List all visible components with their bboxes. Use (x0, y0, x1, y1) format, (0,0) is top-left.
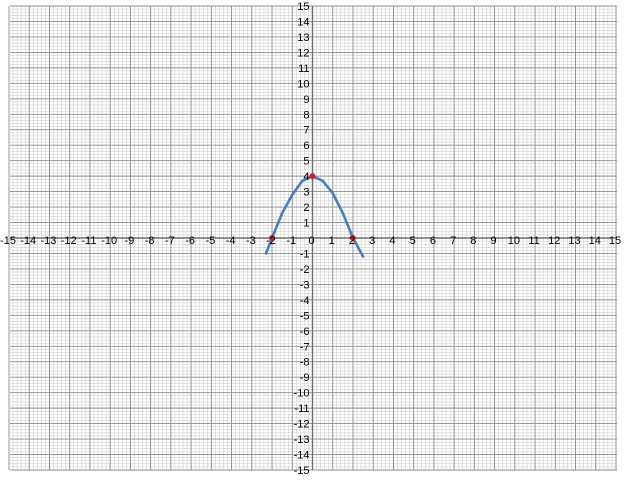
x-tick-label: -15 (0, 235, 16, 247)
y-tick-label: 8 (303, 109, 309, 121)
y-tick-label: -7 (300, 341, 310, 353)
x-tick-label: -12 (61, 235, 77, 247)
y-tick-label: 14 (297, 16, 309, 28)
y-tick-label: -12 (294, 419, 310, 431)
x-tick-label: -8 (145, 235, 155, 247)
x-tick-label: -10 (101, 235, 117, 247)
y-tick-label: -11 (294, 403, 309, 415)
x-tick-label: 8 (470, 235, 476, 247)
x-tick-label: -13 (41, 235, 57, 247)
y-tick-label: -9 (300, 372, 310, 384)
x-tick-label: -6 (185, 235, 195, 247)
y-tick-label: 13 (297, 32, 309, 44)
x-tick-label: -11 (81, 235, 96, 247)
y-tick-label: 6 (303, 140, 309, 152)
x-tick-label: 9 (491, 235, 497, 247)
x-tick-label: -1 (286, 235, 296, 247)
x-tick-label: 13 (568, 235, 580, 247)
y-tick-label: 11 (298, 63, 309, 75)
x-tick-label: 1 (329, 235, 335, 247)
x-tick-label: 4 (389, 235, 395, 247)
x-tick-label: 11 (528, 235, 539, 247)
x-tick-label: 14 (589, 235, 601, 247)
y-tick-label: 3 (303, 187, 309, 199)
y-tick-label: 5 (303, 156, 309, 168)
y-tick-label: -8 (300, 357, 310, 369)
y-tick-label: 9 (303, 94, 309, 106)
x-tick-label: -2 (266, 235, 276, 247)
x-tick-label: -5 (205, 235, 215, 247)
x-tick-labels: -15 -14 -13 -12 -11 -10 -9 -8 -7 -6 -5 -4 -3 -2 -1 0 1 2 3… (0, 235, 621, 247)
y-tick-label: -3 (300, 279, 310, 291)
x-tick-label: 12 (548, 235, 560, 247)
x-tick-label: -3 (246, 235, 256, 247)
y-tick-label: -4 (300, 295, 310, 307)
x-tick-label: -9 (125, 235, 135, 247)
x-tick-label: -14 (20, 235, 36, 247)
y-tick-label: -14 (294, 450, 310, 462)
x-tick-label: 15 (609, 235, 621, 247)
x-tick-label: 5 (410, 235, 416, 247)
y-tick-label: -10 (294, 388, 310, 400)
y-tick-label: 15 (297, 1, 309, 13)
y-tick-label: -2 (300, 264, 310, 276)
x-tick-label: 10 (508, 235, 520, 247)
x-tick-label: 6 (430, 235, 436, 247)
y-tick-label: 2 (303, 202, 309, 214)
y-tick-label: -1 (300, 248, 310, 260)
x-tick-label: 0 (308, 235, 314, 247)
x-tick-label: -7 (165, 235, 175, 247)
x-tick-label: 7 (450, 235, 456, 247)
y-tick-label: 12 (297, 47, 309, 59)
y-tick-label: 4 (303, 171, 309, 183)
y-tick-label: -13 (294, 434, 310, 446)
data-point (309, 173, 316, 180)
y-tick-label: 1 (303, 218, 309, 230)
y-tick-label: -5 (300, 310, 310, 322)
y-tick-label: -15 (294, 465, 310, 477)
x-tick-label: 2 (349, 235, 355, 247)
x-tick-label: -4 (226, 235, 236, 247)
y-tick-label: -6 (300, 326, 310, 338)
y-tick-label: 10 (297, 78, 309, 90)
y-tick-label: 7 (303, 125, 309, 137)
coordinate-plane: -15 -14 -13 -12 -11 -10 -9 -8 -7 -6 -5 -4 -3 -2 -1 0 1 2 3… (0, 1, 621, 477)
x-tick-label: 3 (369, 235, 375, 247)
